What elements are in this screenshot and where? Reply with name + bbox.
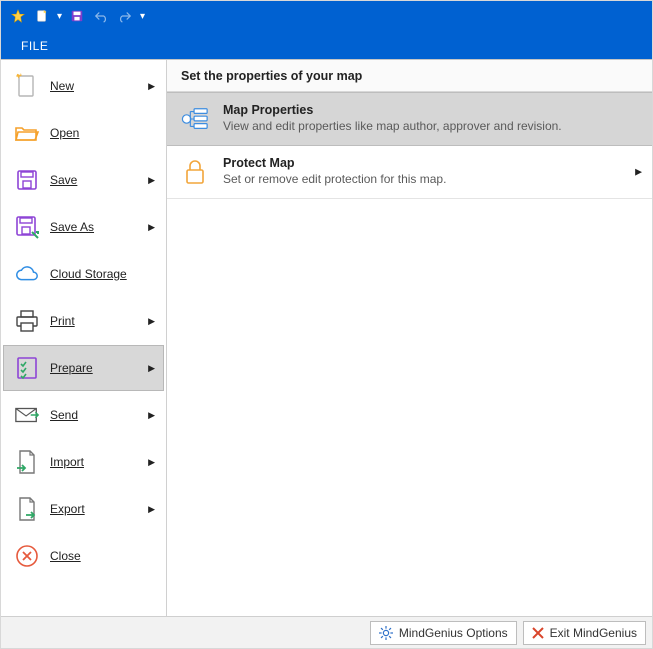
cloud-icon bbox=[14, 261, 40, 287]
backstage-body: New ▶ Open Save ▶ Save As bbox=[1, 59, 652, 616]
sidebar-item-new[interactable]: New ▶ bbox=[3, 63, 164, 109]
qat-separator: ▾ bbox=[55, 11, 64, 22]
panel-header: Set the properties of your map bbox=[167, 60, 652, 92]
sidebar-item-label: Send bbox=[50, 408, 78, 422]
chevron-right-icon: ▶ bbox=[148, 81, 155, 92]
chevron-right-icon: ▶ bbox=[148, 410, 155, 421]
sidebar-item-close[interactable]: Close bbox=[3, 533, 164, 579]
options-button[interactable]: MindGenius Options bbox=[370, 621, 517, 645]
chevron-right-icon: ▶ bbox=[148, 175, 155, 186]
app-window: ▾ ▾ FILE New ▶ bbox=[0, 0, 653, 649]
sidebar-item-label: Open bbox=[50, 126, 79, 140]
options-button-label: MindGenius Options bbox=[399, 626, 508, 640]
sidebar-item-label: Close bbox=[50, 549, 81, 563]
chevron-right-icon: ▶ bbox=[148, 316, 155, 327]
sidebar-item-save[interactable]: Save ▶ bbox=[3, 157, 164, 203]
import-icon bbox=[14, 449, 40, 475]
sidebar-item-import[interactable]: Import ▶ bbox=[3, 439, 164, 485]
sidebar-item-label: Print bbox=[50, 314, 75, 328]
qat-save-icon[interactable] bbox=[66, 5, 88, 27]
properties-icon bbox=[181, 105, 209, 133]
prepare-panel: Set the properties of your map Map Prope… bbox=[166, 60, 652, 616]
content-item-text: Protect Map Set or remove edit protectio… bbox=[223, 156, 638, 186]
sidebar-item-send[interactable]: Send ▶ bbox=[3, 392, 164, 438]
sidebar-item-label: Save bbox=[50, 173, 77, 187]
sidebar-item-label: Export bbox=[50, 502, 85, 516]
envelope-icon bbox=[14, 402, 40, 428]
checklist-icon bbox=[14, 355, 40, 381]
ribbon-tabstrip: FILE bbox=[1, 31, 652, 59]
content-item-text: Map Properties View and edit properties … bbox=[223, 103, 638, 133]
close-x-icon bbox=[532, 627, 544, 639]
sidebar-item-label: New bbox=[50, 79, 74, 93]
folder-open-icon bbox=[14, 120, 40, 146]
titlebar: ▾ ▾ bbox=[1, 1, 652, 31]
qat-redo-icon[interactable] bbox=[114, 5, 136, 27]
file-tab[interactable]: FILE bbox=[11, 33, 58, 59]
content-item-map-properties[interactable]: Map Properties View and edit properties … bbox=[167, 92, 652, 146]
qat-undo-icon[interactable] bbox=[90, 5, 112, 27]
sidebar-item-save-as[interactable]: Save As ▶ bbox=[3, 204, 164, 250]
sidebar-item-cloud-storage[interactable]: Cloud Storage bbox=[3, 251, 164, 297]
export-icon bbox=[14, 496, 40, 522]
chevron-right-icon: ▶ bbox=[148, 363, 155, 374]
sidebar-item-label: Prepare bbox=[50, 361, 93, 375]
qat-new-doc-icon[interactable] bbox=[31, 5, 53, 27]
sidebar-item-label: Import bbox=[50, 455, 84, 469]
print-icon bbox=[14, 308, 40, 334]
sidebar-item-print[interactable]: Print ▶ bbox=[3, 298, 164, 344]
qat-customize-chevron[interactable]: ▾ bbox=[138, 11, 147, 22]
sidebar-item-prepare[interactable]: Prepare ▶ bbox=[3, 345, 164, 391]
content-item-desc: Set or remove edit protection for this m… bbox=[223, 172, 638, 186]
exit-button-label: Exit MindGenius bbox=[550, 626, 637, 640]
chevron-right-icon: ▶ bbox=[148, 222, 155, 233]
content-item-title: Map Properties bbox=[223, 103, 638, 117]
chevron-right-icon: ▶ bbox=[148, 457, 155, 468]
exit-button[interactable]: Exit MindGenius bbox=[523, 621, 646, 645]
qat-star-icon[interactable] bbox=[7, 5, 29, 27]
close-icon bbox=[14, 543, 40, 569]
file-menu-sidebar: New ▶ Open Save ▶ Save As bbox=[1, 60, 166, 616]
lock-icon bbox=[181, 158, 209, 186]
sidebar-item-label: Save As bbox=[50, 220, 94, 234]
sidebar-item-open[interactable]: Open bbox=[3, 110, 164, 156]
chevron-right-icon: ▶ bbox=[635, 167, 642, 178]
content-item-desc: View and edit properties like map author… bbox=[223, 119, 638, 133]
backstage-footer: MindGenius Options Exit MindGenius bbox=[1, 616, 652, 648]
sidebar-item-label: Cloud Storage bbox=[50, 267, 127, 281]
gear-icon bbox=[379, 626, 393, 640]
save-as-icon bbox=[14, 214, 40, 240]
sidebar-item-export[interactable]: Export ▶ bbox=[3, 486, 164, 532]
content-item-title: Protect Map bbox=[223, 156, 638, 170]
content-item-protect-map[interactable]: Protect Map Set or remove edit protectio… bbox=[167, 146, 652, 199]
save-icon bbox=[14, 167, 40, 193]
chevron-right-icon: ▶ bbox=[148, 504, 155, 515]
new-doc-icon bbox=[14, 73, 40, 99]
